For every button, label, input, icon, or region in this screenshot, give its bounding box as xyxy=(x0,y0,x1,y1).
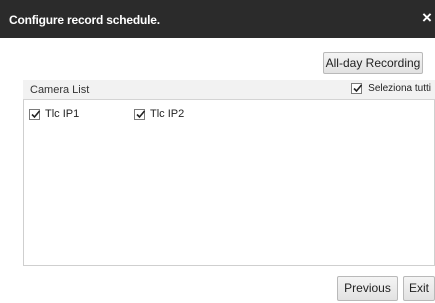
exit-button[interactable]: Exit xyxy=(403,276,435,301)
record-schedule-dialog: Configure record schedule. × All-day Rec… xyxy=(0,0,435,303)
checkmark-icon xyxy=(353,84,363,93)
camera-list: Tlc IP1 Tlc IP2 xyxy=(23,100,435,266)
camera-list-title: Camera List xyxy=(30,84,90,96)
checkmark-icon xyxy=(136,109,146,118)
camera-checkbox[interactable] xyxy=(134,108,146,120)
camera-label: Tlc IP1 xyxy=(45,108,80,120)
select-all-checkbox[interactable] xyxy=(351,83,363,94)
camera-label: Tlc IP2 xyxy=(150,108,185,120)
camera-list-header: Camera List Seleziona tutti xyxy=(23,80,435,100)
camera-checkbox[interactable] xyxy=(29,108,41,120)
close-icon[interactable]: × xyxy=(419,9,435,27)
all-day-recording-button[interactable]: All-day Recording xyxy=(323,52,423,74)
dialog-title: Configure record schedule. xyxy=(9,13,160,27)
camera-item[interactable]: Tlc IP2 xyxy=(134,108,184,120)
select-all-label: Seleziona tutti xyxy=(368,83,431,94)
camera-item[interactable]: Tlc IP1 xyxy=(29,108,79,120)
dialog-titlebar: Configure record schedule. × xyxy=(0,0,435,38)
select-all-control[interactable]: Seleziona tutti xyxy=(351,83,431,94)
previous-button[interactable]: Previous xyxy=(337,276,398,301)
checkmark-icon xyxy=(31,109,41,118)
